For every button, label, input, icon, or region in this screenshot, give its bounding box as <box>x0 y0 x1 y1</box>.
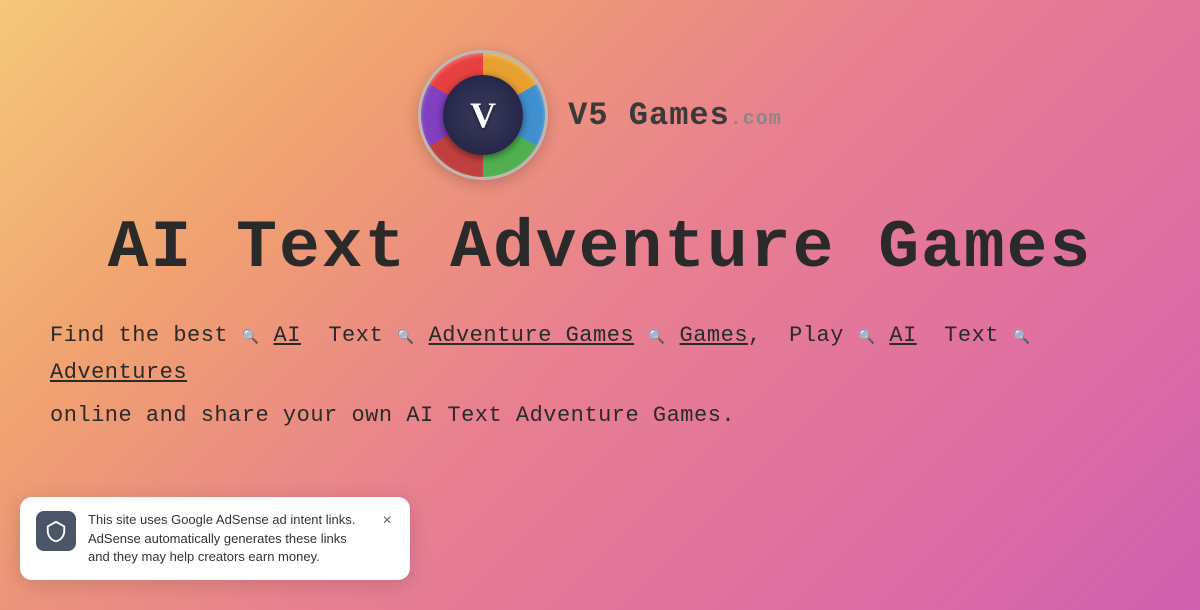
search-icon-4 <box>858 317 874 333</box>
logo-inner: V <box>443 75 523 155</box>
page-description: Find the best AI Text Adventure Games Ga… <box>50 317 1150 434</box>
toast-text: This site uses Google AdSense ad intent … <box>88 511 368 566</box>
search-icon-3 <box>648 317 664 333</box>
link-ai-2[interactable]: AI <box>889 317 916 354</box>
description-line1: Find the best AI Text Adventure Games Ga… <box>50 317 1150 392</box>
shield-icon <box>36 511 76 551</box>
link-adventure-games[interactable]: Adventure Games <box>429 317 635 354</box>
link-games[interactable]: Games <box>680 317 749 354</box>
link-adventures[interactable]: Adventures <box>50 354 187 391</box>
toast-notification: This site uses Google AdSense ad intent … <box>20 497 410 580</box>
link-ai-1[interactable]: AI <box>274 317 301 354</box>
description-line2: online and share your own AI Text Advent… <box>50 397 1150 434</box>
search-icon-2 <box>397 317 413 333</box>
search-icon-1 <box>242 317 258 333</box>
logo-area: V V5 Games.com <box>418 50 782 180</box>
logo-v-letter: V <box>470 94 496 136</box>
search-icon-5 <box>1013 317 1029 333</box>
logo-title: V5 Games.com <box>568 97 782 134</box>
toast-close-button[interactable]: × <box>380 511 394 531</box>
page-title: AI Text Adventure Games <box>108 210 1093 287</box>
logo-text-area: V5 Games.com <box>568 97 782 134</box>
logo-circle: V <box>418 50 548 180</box>
